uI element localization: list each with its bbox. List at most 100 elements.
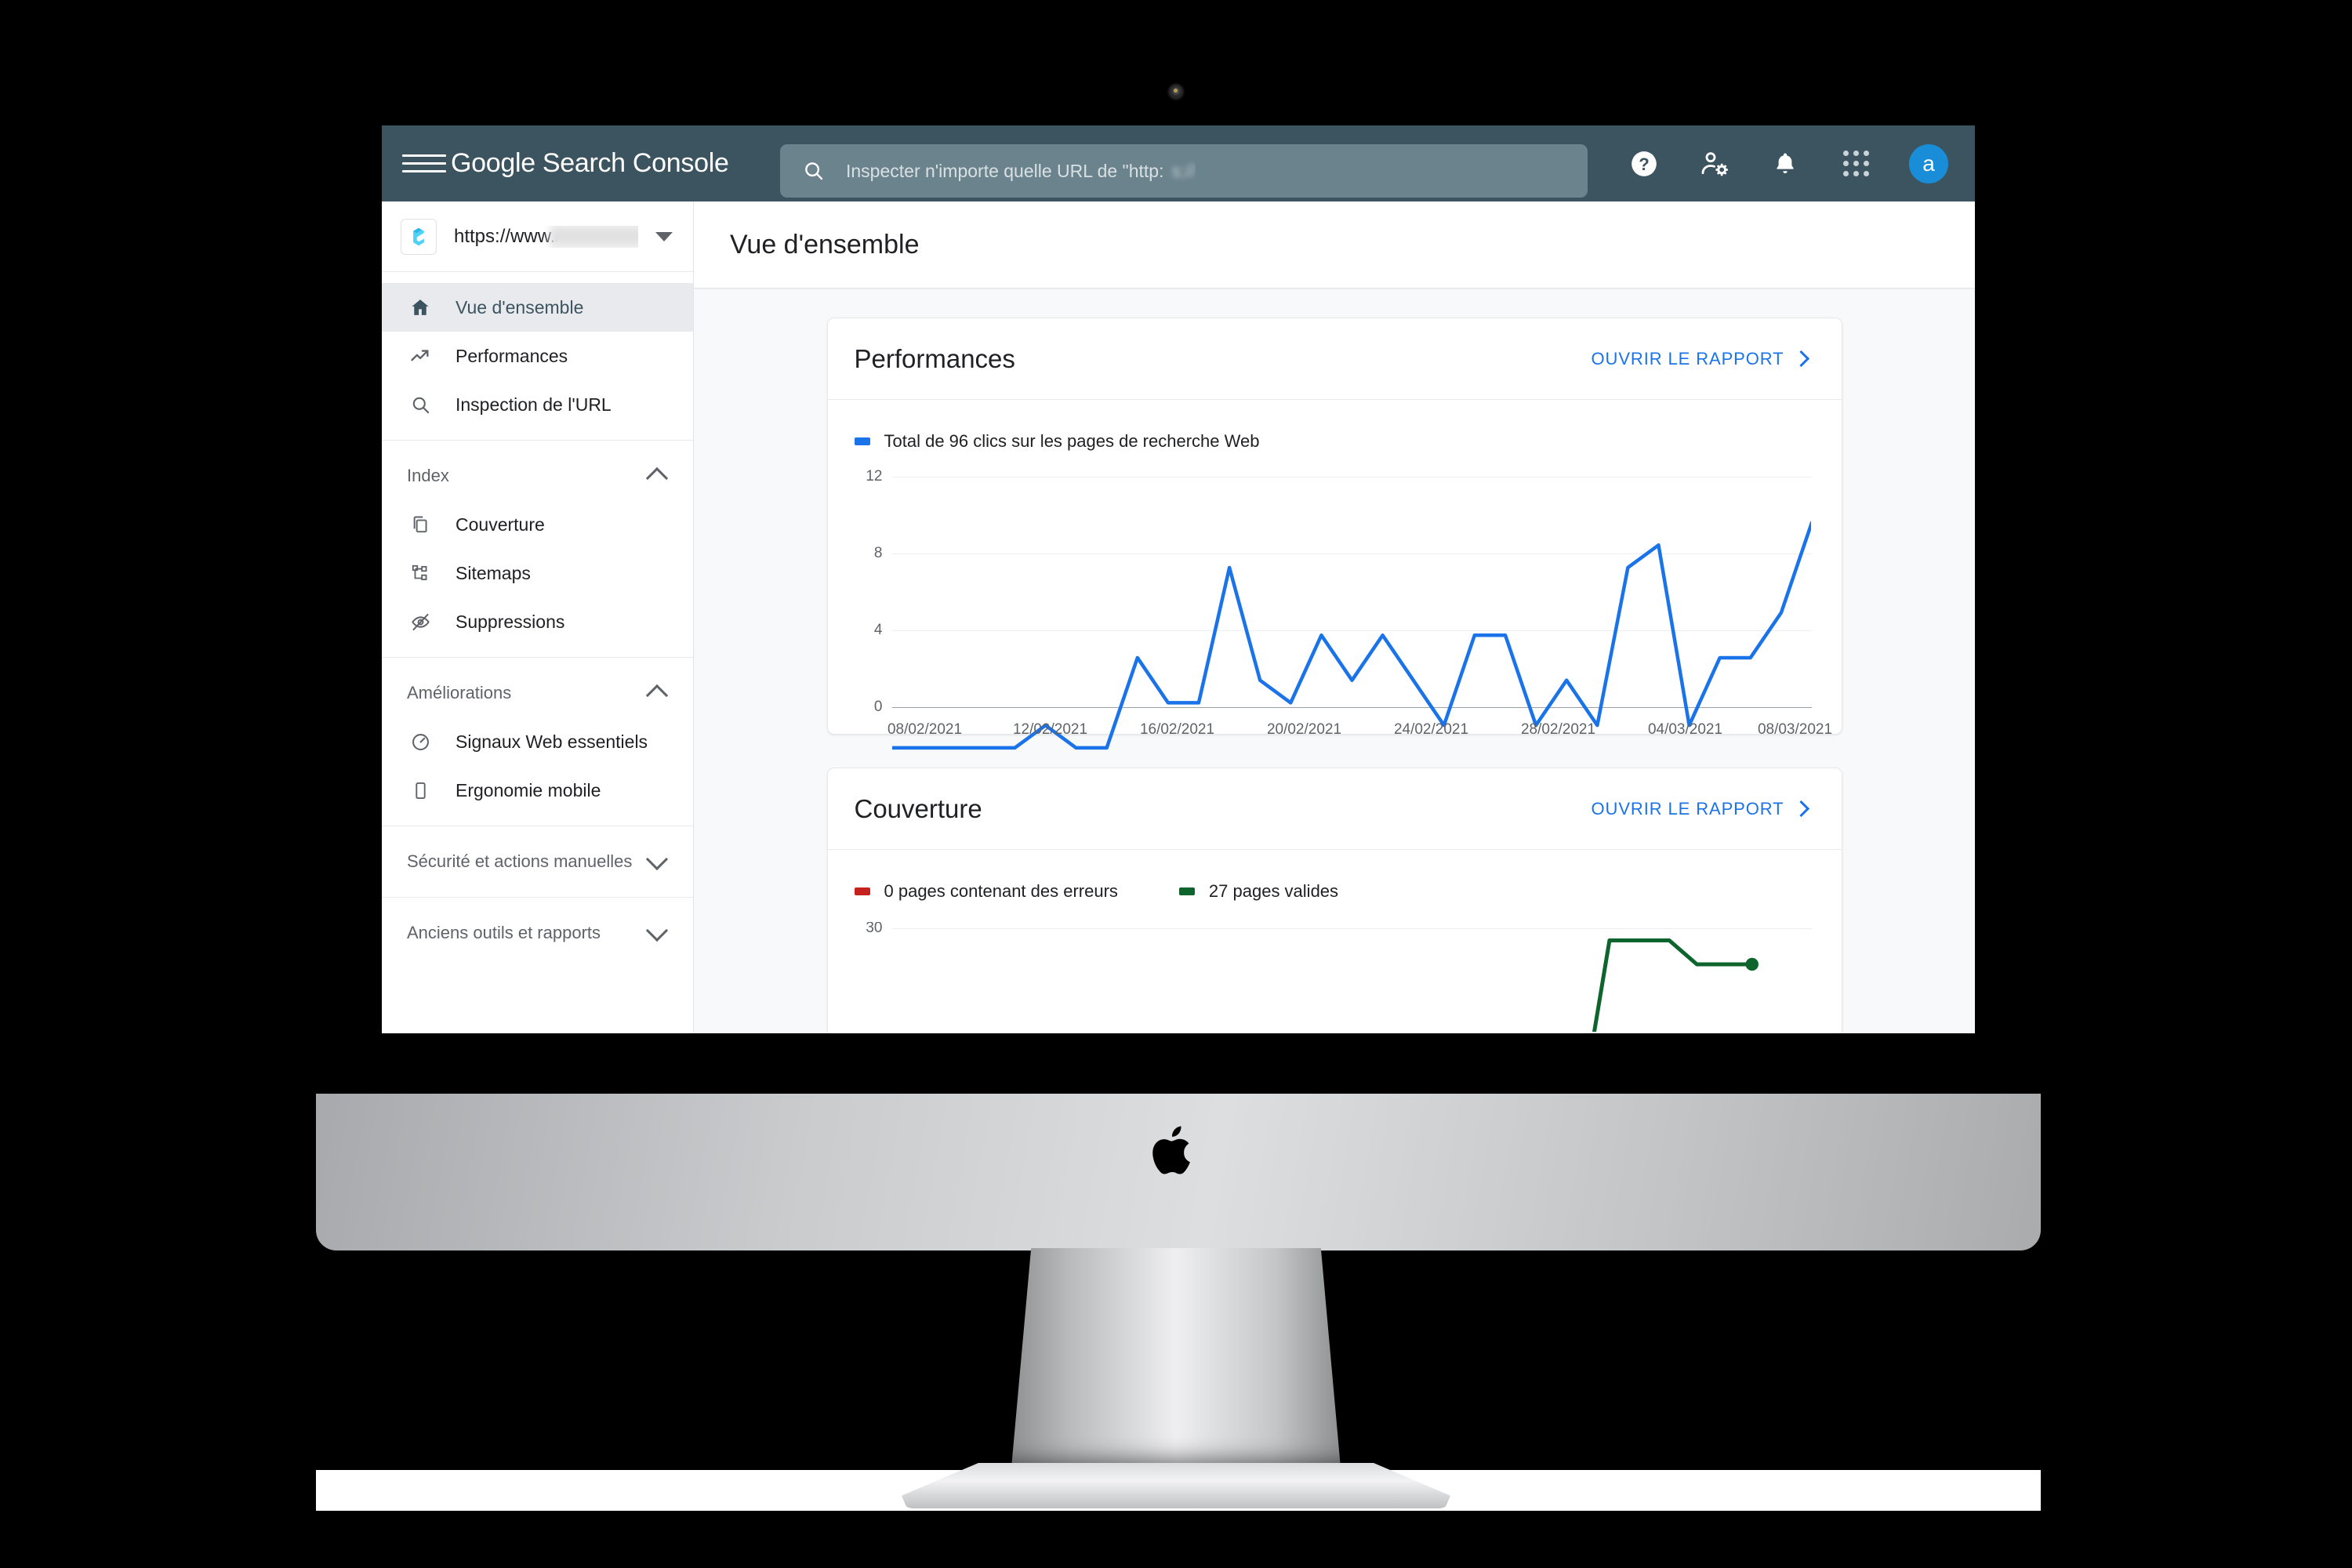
sidebar-primary-nav: Vue d'ensemble Performances Inspection d… (382, 272, 693, 441)
bell-icon[interactable] (1768, 147, 1802, 181)
legend-item-clicks[interactable]: Total de 96 clics sur les pages de reche… (854, 431, 1259, 452)
sidebar-item-removals[interactable]: Suppressions (382, 597, 693, 646)
sidebar-group-title: Index (407, 466, 449, 485)
performance-chart: 12 8 4 0 08/02/2021 12/02/2021 16/02/202… (855, 468, 1832, 707)
performance-card-header: Performances OUVRIR LE RAPPORT (827, 318, 1842, 400)
apps-grid-icon[interactable] (1838, 147, 1873, 181)
app-bar: Google Search Console Inspecter n'import… (382, 125, 1975, 201)
y-tick-12: 12 (866, 468, 883, 485)
main-content: Vue d'ensemble Performances OUVRIR LE RA… (694, 201, 1975, 1033)
legend-item-valid[interactable]: 27 pages valides (1178, 881, 1339, 902)
search-placeholder: Inspecter n'importe quelle URL de "http:… (846, 160, 1196, 181)
open-report-label: OUVRIR LE RAPPORT (1591, 348, 1784, 368)
sidebar-group-title: Améliorations (407, 683, 512, 702)
legend-label: 0 pages contenant des erreurs (884, 881, 1118, 901)
sidebar-group-index: Index Couverture Sitemaps Suppressions (382, 441, 693, 658)
sidebar-item-sitemaps[interactable]: Sitemaps (382, 549, 693, 597)
sidebar-group-header-index[interactable]: Index (382, 452, 693, 500)
sidebar-item-url-inspection[interactable]: Inspection de l'URL (382, 380, 693, 429)
c-logo-icon (401, 218, 437, 255)
card-title: Performances (854, 343, 1015, 373)
performance-legend: Total de 96 clics sur les pages de reche… (828, 400, 1842, 452)
chevron-up-icon[interactable] (645, 466, 669, 490)
performance-card: Performances OUVRIR LE RAPPORT Total de … (826, 318, 1842, 735)
sidebar-item-label: Vue d'ensemble (456, 296, 584, 318)
legend-swatch (854, 437, 870, 445)
webcam-icon (1169, 85, 1183, 99)
sidebar-group-security: Sécurité et actions manuelles (382, 826, 693, 898)
sidebar-item-label: Signaux Web essentiels (456, 731, 648, 752)
sidebar-item-performance[interactable]: Performances (382, 332, 693, 380)
appbar-actions: ? a (1627, 125, 1948, 201)
home-icon (405, 296, 435, 318)
legend-swatch (1178, 887, 1195, 895)
coverage-card-header: Couverture OUVRIR LE RAPPORT (827, 768, 1842, 850)
chevron-up-icon[interactable] (645, 684, 669, 707)
url-inspection-search[interactable]: Inspecter n'importe quelle URL de "http:… (780, 144, 1588, 198)
open-report-label: OUVRIR LE RAPPORT (1591, 798, 1784, 818)
property-url: https://www.//wwe (454, 225, 638, 248)
property-selector[interactable]: https://www.//wwe (382, 201, 693, 272)
users-settings-icon[interactable] (1697, 147, 1732, 181)
performance-line-series (892, 472, 1812, 753)
brand-search-console: Search Console (542, 148, 729, 178)
chevron-down-icon[interactable] (645, 919, 669, 942)
mobile-icon (405, 781, 435, 800)
sidebar-group-header-enhancements[interactable]: Améliorations (382, 669, 693, 717)
sidebar-item-label: Ergonomie mobile (456, 779, 601, 800)
legend-label: 27 pages valides (1208, 881, 1339, 901)
app-body: https://www.//wwe Vue d'ensemble Perform… (382, 201, 1975, 1033)
y-tick-4: 4 (873, 622, 883, 638)
coverage-legend: 0 pages contenant des erreurs 27 pages v… (828, 850, 1842, 902)
x-tick: 12/02/2021 (1012, 721, 1088, 738)
search-icon (805, 162, 823, 180)
pages-copy-icon (405, 514, 435, 535)
sidebar-item-overview[interactable]: Vue d'ensemble (382, 283, 693, 332)
speedometer-icon (405, 731, 435, 753)
sidebar: https://www.//wwe Vue d'ensemble Perform… (382, 201, 694, 1033)
sidebar-item-mobile-usability[interactable]: Ergonomie mobile (382, 766, 693, 815)
page-title: Vue d'ensemble (730, 229, 920, 260)
sidebar-group-header-security[interactable]: Sécurité et actions manuelles (382, 837, 693, 886)
sidebar-item-label: Couverture (456, 514, 545, 535)
sidebar-item-core-web-vitals[interactable]: Signaux Web essentiels (382, 717, 693, 766)
page-header: Vue d'ensemble (694, 201, 1975, 288)
brand-google: Google (451, 148, 535, 178)
sidebar-item-label: Inspection de l'URL (456, 394, 612, 415)
card-title: Couverture (854, 793, 982, 823)
sidebar-item-label: Performances (456, 345, 568, 366)
trending-up-icon (405, 345, 435, 367)
monitor-stand-column (1011, 1248, 1341, 1468)
apple-logo-icon (1152, 1126, 1190, 1174)
cards-container: Performances OUVRIR LE RAPPORT Total de … (694, 288, 1975, 1033)
x-tick: 08/02/2021 (887, 721, 963, 738)
sidebar-group-header-legacy-tools[interactable]: Anciens outils et rapports (382, 909, 693, 957)
svg-text:?: ? (1639, 154, 1650, 173)
y-tick-30: 30 (866, 922, 883, 936)
monitor-stand-foot (902, 1463, 1450, 1508)
search-icon (405, 394, 435, 416)
help-icon[interactable]: ? (1627, 147, 1661, 181)
sidebar-group-title: Sécurité et actions manuelles (407, 851, 633, 871)
x-tick: 16/02/2021 (1139, 721, 1215, 738)
chevron-right-icon (1792, 800, 1809, 818)
x-tick: 20/02/2021 (1266, 721, 1342, 738)
open-report-button-performance[interactable]: OUVRIR LE RAPPORT (1591, 348, 1809, 369)
legend-item-errors[interactable]: 0 pages contenant des erreurs (854, 881, 1118, 902)
x-tick: 24/02/2021 (1393, 721, 1469, 738)
sidebar-item-label: Suppressions (456, 611, 565, 632)
open-report-button-coverage[interactable]: OUVRIR LE RAPPORT (1591, 798, 1809, 819)
menu-button[interactable] (402, 154, 446, 172)
coverage-card: Couverture OUVRIR LE RAPPORT 0 pages con… (826, 768, 1842, 1033)
chevron-down-icon[interactable] (655, 231, 673, 241)
chevron-right-icon (1792, 350, 1809, 368)
chevron-down-icon[interactable] (645, 848, 669, 871)
x-tick: 28/02/2021 (1520, 721, 1596, 738)
eye-off-icon (405, 612, 435, 633)
sidebar-item-coverage[interactable]: Couverture (382, 500, 693, 549)
sidebar-group-legacy-tools: Anciens outils et rapports (382, 898, 693, 968)
sitemap-icon (405, 563, 435, 583)
coverage-line-series (892, 922, 1759, 1032)
avatar[interactable]: a (1909, 143, 1948, 183)
coverage-chart: 30 (855, 922, 1815, 1032)
